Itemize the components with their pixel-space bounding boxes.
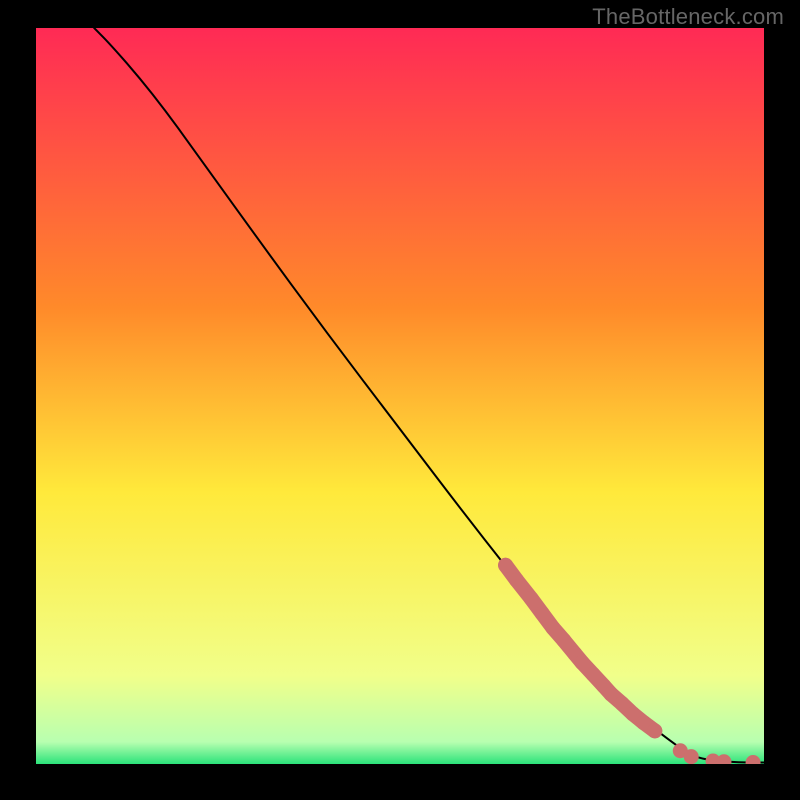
gradient-background [36,28,764,764]
plot-area [36,28,764,764]
highlight-seg-cap [498,558,513,573]
watermark-text: TheBottleneck.com [592,4,784,30]
chart-svg [36,28,764,764]
chart-stage: TheBottleneck.com [0,0,800,800]
highlight-seg-cap [647,723,662,738]
tail-marker-dot [684,749,699,764]
